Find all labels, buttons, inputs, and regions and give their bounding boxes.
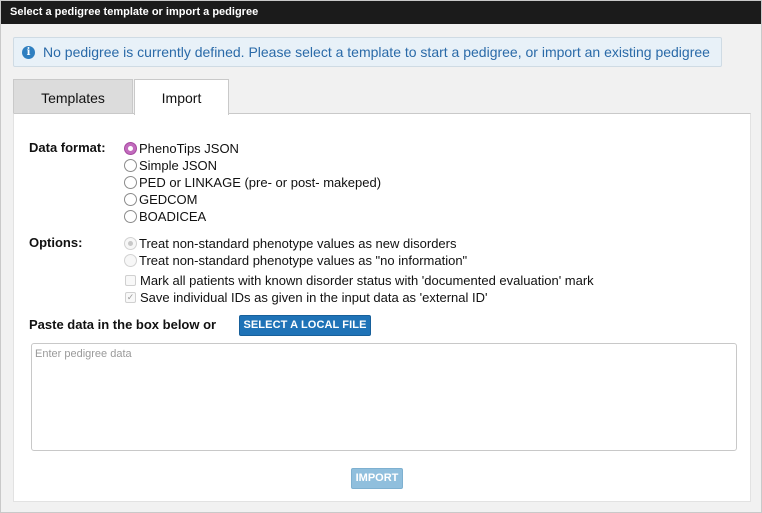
radio-unselected[interactable] xyxy=(124,176,137,189)
options-label: Options: xyxy=(29,235,83,250)
checkbox-unchecked-disabled[interactable] xyxy=(125,275,136,286)
tab-templates[interactable]: Templates xyxy=(13,79,133,114)
option-label: Mark all patients with known disorder st… xyxy=(140,273,594,288)
import-button[interactable]: IMPORT xyxy=(351,468,403,489)
tab-import[interactable]: Import xyxy=(134,79,229,115)
option-label: Save individual IDs as given in the inpu… xyxy=(140,290,488,305)
format-option-gedcom[interactable]: GEDCOM xyxy=(124,191,198,208)
pedigree-data-input[interactable] xyxy=(31,343,737,451)
import-dialog: Select a pedigree template or import a p… xyxy=(0,0,762,513)
radio-unselected[interactable] xyxy=(124,210,137,223)
radio-unselected-disabled[interactable] xyxy=(124,254,137,267)
radio-unselected[interactable] xyxy=(124,159,137,172)
info-icon: i xyxy=(22,46,35,59)
checkbox-checked-disabled[interactable]: ✓ xyxy=(125,292,136,303)
option-documented-evaluation[interactable]: Mark all patients with known disorder st… xyxy=(124,272,594,289)
data-format-label: Data format: xyxy=(29,140,106,155)
format-option-label: BOADICEA xyxy=(139,209,207,224)
format-option-label: GEDCOM xyxy=(139,192,198,207)
select-local-file-button[interactable]: SELECT A LOCAL FILE xyxy=(239,315,371,336)
option-label: Treat non-standard phenotype values as "… xyxy=(139,253,468,268)
option-label: Treat non-standard phenotype values as n… xyxy=(139,236,457,251)
option-external-id[interactable]: ✓ Save individual IDs as given in the in… xyxy=(124,289,488,306)
option-new-disorders[interactable]: Treat non-standard phenotype values as n… xyxy=(124,235,456,252)
format-option-phenotips-json[interactable]: PhenoTips JSON xyxy=(124,140,239,157)
format-option-label: PhenoTips JSON xyxy=(139,141,239,156)
format-option-simple-json[interactable]: Simple JSON xyxy=(124,157,217,174)
paste-data-label: Paste data in the box below or xyxy=(29,317,217,332)
info-message-text: No pedigree is currently defined. Please… xyxy=(43,44,710,60)
radio-unselected[interactable] xyxy=(124,193,137,206)
option-no-information[interactable]: Treat non-standard phenotype values as "… xyxy=(124,252,467,269)
format-option-ped-linkage[interactable]: PED or LINKAGE (pre- or post- makeped) xyxy=(124,174,381,191)
dialog-title: Select a pedigree template or import a p… xyxy=(1,1,761,24)
format-option-boadicea[interactable]: BOADICEA xyxy=(124,208,206,225)
info-message: i No pedigree is currently defined. Plea… xyxy=(13,37,722,67)
format-option-label: PED or LINKAGE (pre- or post- makeped) xyxy=(139,175,382,190)
radio-selected-disabled[interactable] xyxy=(124,237,137,250)
radio-selected[interactable] xyxy=(124,142,137,155)
format-option-label: Simple JSON xyxy=(139,158,218,173)
